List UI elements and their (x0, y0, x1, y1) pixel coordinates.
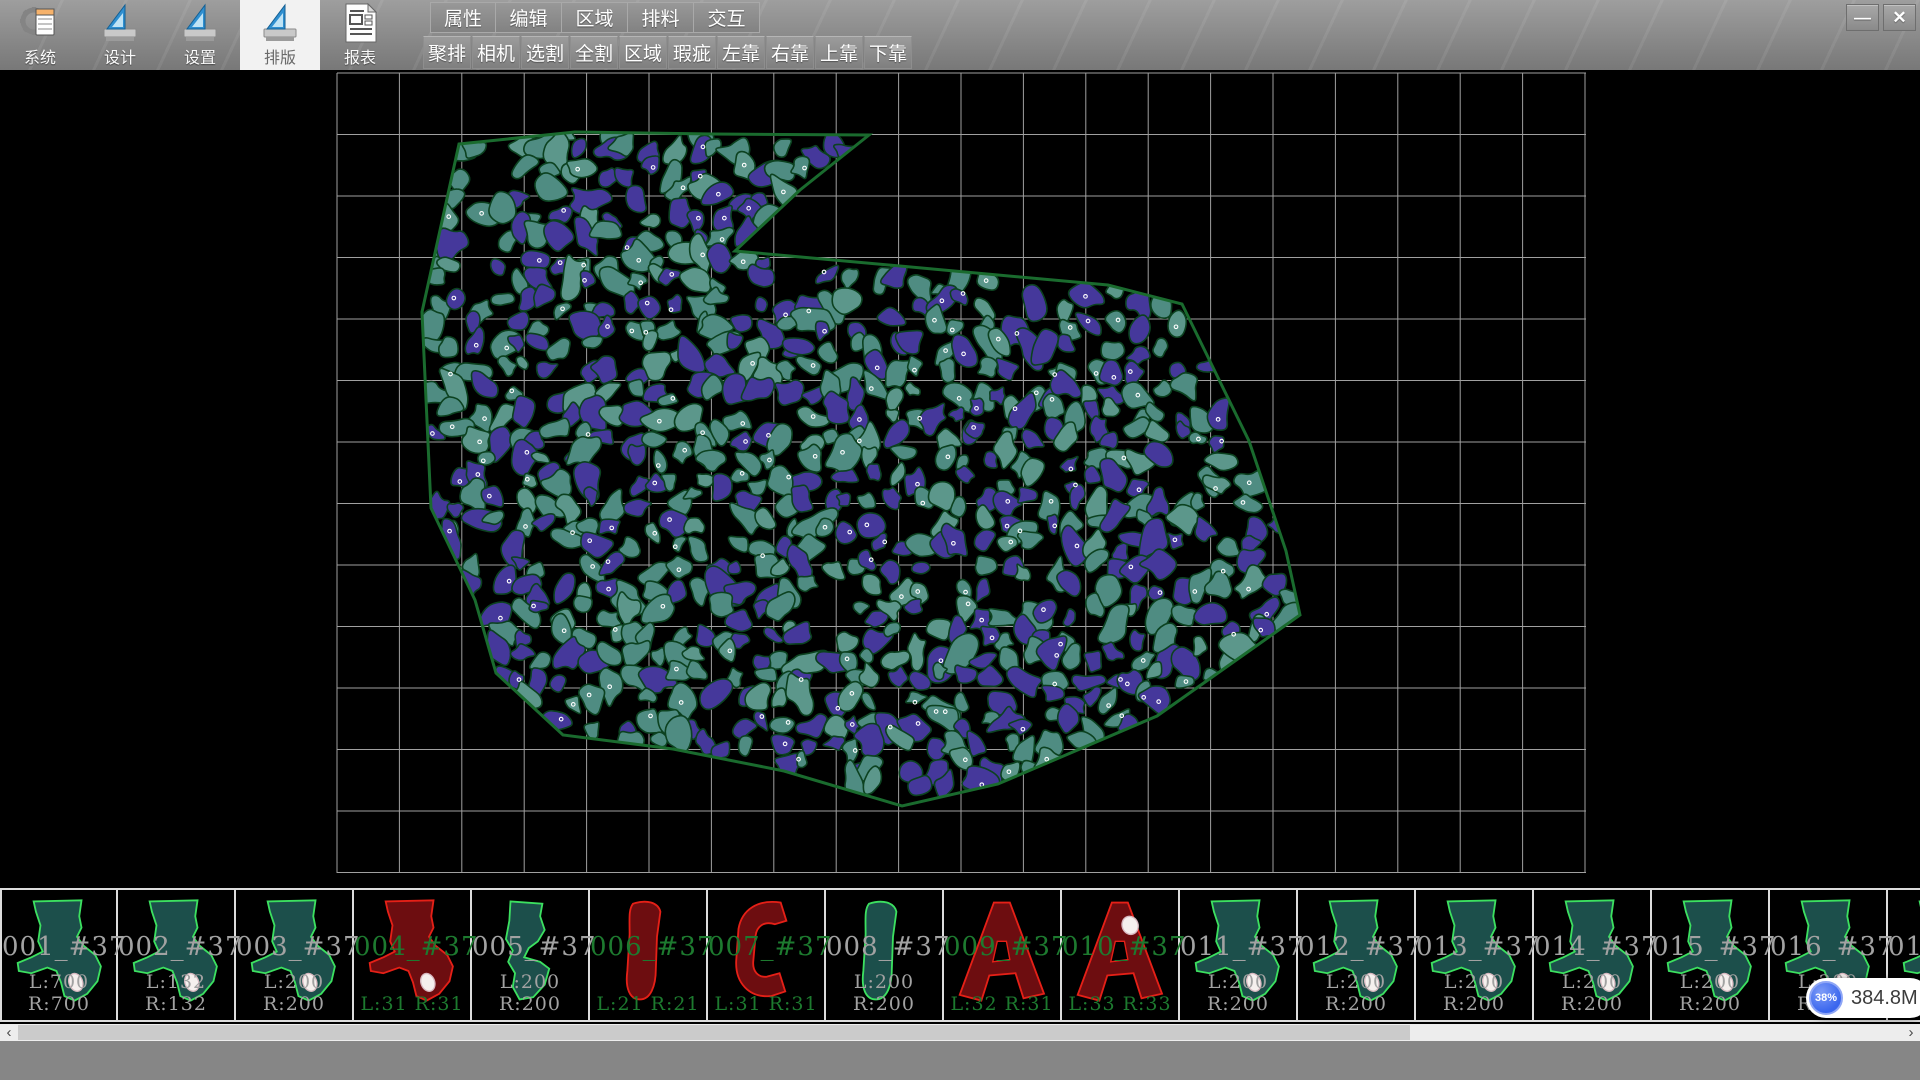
ruler-icon (258, 1, 302, 50)
menu-edit[interactable]: 编辑 (496, 2, 562, 33)
nav-item-label: 排版 (264, 50, 296, 68)
menu-region[interactable]: 区域 (562, 2, 628, 33)
nesting-canvas[interactable] (0, 70, 1920, 888)
nested-pieces (406, 120, 1305, 805)
thumbnail-piece-012[interactable]: 012_#37 L:200 R:200 (1298, 890, 1416, 1020)
piece-name-label: 014_#37 (1534, 932, 1650, 962)
piece-name-label: 007_#37 (708, 932, 824, 962)
thumbnail-piece-005[interactable]: 005_#37 L:200 R:200 (472, 890, 590, 1020)
menu-nesting[interactable]: 排料 (628, 2, 694, 33)
horizontal-scrollbar[interactable]: ‹ › (0, 1024, 1920, 1041)
thumbnail-piece-008[interactable]: 008_#37 L:200 R:200 (826, 890, 944, 1020)
bottom-filler (0, 1041, 1920, 1080)
progress-circle: 38% (1809, 981, 1843, 1015)
piece-lr-count-label: L:700 R:700 (2, 971, 116, 1015)
piece-lr-count-label: L:200 R:200 (1180, 971, 1296, 1015)
tool-select-cut[interactable]: 选割 (521, 36, 569, 69)
tool-snap-down[interactable]: 下靠 (864, 36, 912, 69)
nav-item-system[interactable]: 系统 (0, 0, 80, 70)
window-controls: — ✕ (1846, 4, 1916, 31)
nav-item-label: 报表 (344, 50, 376, 68)
piece-name-label: 012_#37 (1298, 932, 1414, 962)
close-button[interactable]: ✕ (1883, 4, 1916, 31)
minimize-button[interactable]: — (1846, 4, 1879, 31)
piece-name-label: 001_#37 (2, 932, 116, 962)
piece-name-label: 009_#37 (944, 932, 1060, 962)
tool-bar: 聚排相机选割全割区域瑕疵左靠右靠上靠下靠 (423, 36, 913, 69)
piece-lr-count-label: L:200 R:200 (826, 971, 942, 1015)
thumbnail-piece-014[interactable]: 014_#37 L:200 R:200 (1534, 890, 1652, 1020)
nav-item-label: 设置 (184, 50, 216, 68)
piece-lr-count-label: L:200 R:200 (236, 971, 352, 1015)
piece-name-label: 017_#37 (1888, 932, 1920, 962)
thumbnail-piece-011[interactable]: 011_#37 L:200 R:200 (1180, 890, 1298, 1020)
piece-lr-count-label: L:31 R:31 (354, 993, 470, 1015)
piece-lr-count-label: L:33 R:33 (1062, 993, 1178, 1015)
thumbnail-piece-009[interactable]: 009_#37 L:32 R:31 (944, 890, 1062, 1020)
piece-lr-count-label: L:200 R:200 (472, 971, 588, 1015)
status-badge: 38% 384.8M (1806, 978, 1920, 1018)
nav-item-settings[interactable]: 设置 (160, 0, 240, 70)
scroll-left-icon[interactable]: ‹ (0, 1024, 18, 1041)
piece-name-label: 011_#37 (1180, 932, 1296, 962)
memory-usage-label: 384.8M (1851, 987, 1918, 1010)
ruler-icon (178, 1, 222, 50)
main-nav-icon-bar: 系统 设计 设置 排版 报表 (0, 0, 400, 70)
piece-lr-count-label: L:31 R:31 (708, 993, 824, 1015)
piece-name-label: 004_#37 (354, 932, 470, 962)
tool-defect[interactable]: 瑕疵 (668, 36, 716, 69)
piece-name-label: 013_#37 (1416, 932, 1532, 962)
menu-interaction[interactable]: 交互 (694, 2, 760, 33)
gear-doc-icon (18, 1, 62, 50)
tool-snap-left[interactable]: 左靠 (717, 36, 765, 69)
nav-item-report[interactable]: 报表 (320, 0, 400, 70)
tool-camera[interactable]: 相机 (472, 36, 520, 69)
piece-name-label: 005_#37 (472, 932, 588, 962)
menu-properties[interactable]: 属性 (430, 2, 496, 33)
titlebar: 系统设计设置排版报表 属性编辑区域排料交互 聚排相机选割全割区域瑕疵左靠右靠上靠… (0, 0, 1920, 70)
nav-item-label: 设计 (104, 50, 136, 68)
nav-item-design[interactable]: 设计 (80, 0, 160, 70)
piece-name-label: 015_#37 (1652, 932, 1768, 962)
piece-lr-count-label: L:132 R:132 (118, 971, 234, 1015)
piece-name-label: 008_#37 (826, 932, 942, 962)
piece-lr-count-label: L:200 R:200 (1416, 971, 1532, 1015)
piece-lr-count-label: L:200 R:200 (1298, 971, 1414, 1015)
report-icon (338, 1, 382, 50)
nav-item-label: 系统 (24, 50, 56, 68)
piece-name-label: 003_#37 (236, 932, 352, 962)
piece-name-label: 006_#37 (590, 932, 706, 962)
piece-name-label: 010_#37 (1062, 932, 1178, 962)
piece-lr-count-label: L:200 R:200 (1534, 971, 1650, 1015)
menu-bar: 属性编辑区域排料交互 (430, 2, 760, 33)
thumbnail-piece-010[interactable]: 010_#37 L:33 R:33 (1062, 890, 1180, 1020)
tool-snap-up[interactable]: 上靠 (815, 36, 863, 69)
application-window: { "window": { "minimize_glyph": "—", "cl… (0, 0, 1920, 1080)
piece-lr-count-label: L:200 R:200 (1652, 971, 1768, 1015)
piece-thumbnail-strip: 001_#37 L:700 R:700002_#37 L:132 R:132003_… (0, 888, 1920, 1022)
piece-name-label: 016_#37 (1770, 932, 1886, 962)
thumbnail-piece-013[interactable]: 013_#37 L:200 R:200 (1416, 890, 1534, 1020)
thumbnail-piece-003[interactable]: 003_#37 L:200 R:200 (236, 890, 354, 1020)
tool-snap-right[interactable]: 右靠 (766, 36, 814, 69)
thumbnail-piece-004[interactable]: 004_#37 L:31 R:31 (354, 890, 472, 1020)
hide-layout-drawing (0, 70, 1920, 888)
piece-name-label: 002_#37 (118, 932, 234, 962)
tool-cluster-nest[interactable]: 聚排 (423, 36, 471, 69)
piece-lr-count-label: L:21 R:21 (590, 993, 706, 1015)
nav-item-layout[interactable]: 排版 (240, 0, 320, 70)
thumbnail-piece-006[interactable]: 006_#37 L:21 R:21 (590, 890, 708, 1020)
piece-lr-count-label: L:32 R:31 (944, 993, 1060, 1015)
thumbnail-piece-002[interactable]: 002_#37 L:132 R:132 (118, 890, 236, 1020)
ruler-icon (98, 1, 142, 50)
thumbnail-piece-001[interactable]: 001_#37 L:700 R:700 (0, 890, 118, 1020)
scroll-right-icon[interactable]: › (1902, 1024, 1920, 1041)
tool-zone[interactable]: 区域 (619, 36, 667, 69)
scrollbar-thumb[interactable] (18, 1025, 1410, 1040)
thumbnail-piece-007[interactable]: 007_#37 L:31 R:31 (708, 890, 826, 1020)
tool-cut-all[interactable]: 全割 (570, 36, 618, 69)
thumbnail-piece-015[interactable]: 015_#37 L:200 R:200 (1652, 890, 1770, 1020)
